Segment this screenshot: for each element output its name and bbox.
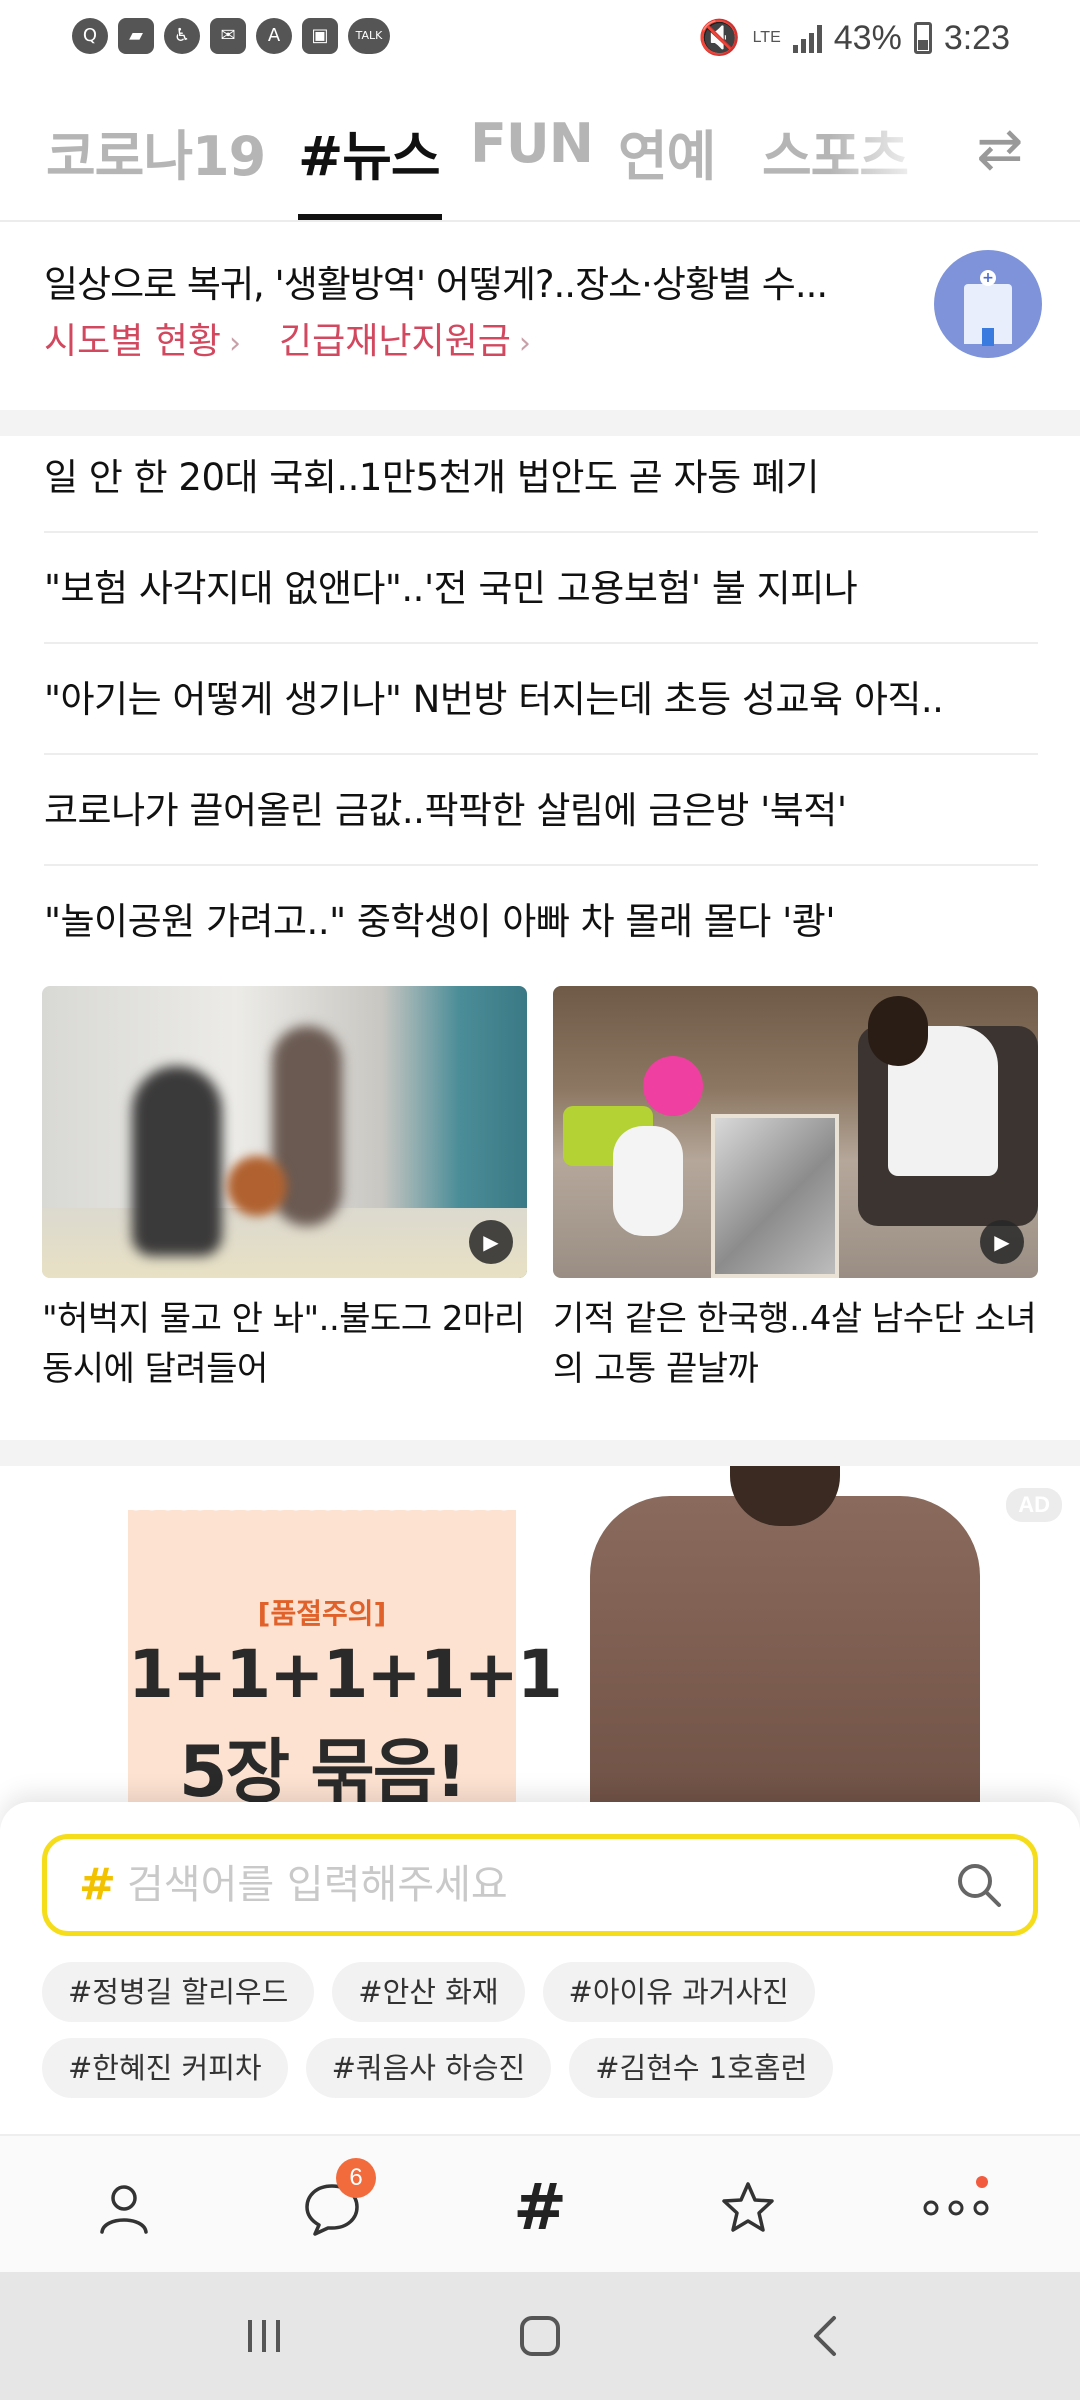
- thumbnail-balloon: [643, 1056, 703, 1116]
- medical-cross-icon: +: [980, 270, 996, 286]
- system-status: 🔇 LTE 43% 3:23: [698, 18, 1010, 58]
- gallery-icon: ▣: [302, 18, 338, 54]
- card-caption[interactable]: 기적 같은 한국행..4살 남수단 소녀의 고통 끝날까: [553, 1294, 1038, 1394]
- photo-card[interactable]: ▶ "허벅지 물고 안 놔"..불도그 2마리 동시에 달려들어: [42, 986, 527, 1394]
- chat-badge: 6: [336, 2158, 376, 2198]
- regional-status-link[interactable]: 시도별 현황 ›: [44, 312, 241, 364]
- banner-links: 시도별 현황 › 긴급재난지원금 ›: [44, 312, 531, 364]
- trending-tag-chip[interactable]: #한혜진 커피차: [42, 2038, 288, 2098]
- search-box[interactable]: #: [42, 1834, 1038, 1936]
- trending-tags: #정병길 할리우드 #안산 화재 #아이유 과거사진 #한혜진 커피차 #쿼음사…: [42, 1962, 1042, 2114]
- tab-news[interactable]: #뉴스: [298, 112, 441, 191]
- active-tab-indicator: [298, 214, 442, 220]
- search-panel: # #정병길 할리우드 #안산 화재 #아이유 과거사진 #한혜진 커피차 #쿼…: [0, 1802, 1080, 2134]
- ad-promo-panel: [품절주의] 1+1+1+1+1 5장 묶음!: [128, 1502, 563, 1806]
- favorites-button[interactable]: [708, 2168, 788, 2248]
- trending-tag-chip[interactable]: #안산 화재: [332, 1962, 525, 2022]
- hashtag-icon: #: [513, 2171, 567, 2245]
- tabs-fade: [830, 92, 960, 212]
- thumbnail-child: [613, 1126, 683, 1236]
- ad-product-image: [590, 1496, 980, 1806]
- search-input[interactable]: [127, 1855, 907, 1915]
- ad-badge: AD: [1006, 1488, 1062, 1522]
- notification-icons: Q ▰ ♿ ✉ A ▣ TALK: [72, 18, 390, 54]
- status-bar: Q ▰ ♿ ✉ A ▣ TALK 🔇 LTE 43% 3:23: [0, 0, 1080, 76]
- photo-card[interactable]: ▶ 기적 같은 한국행..4살 남수단 소녀의 고통 끝날까: [553, 986, 1038, 1394]
- ad-zigzag-edge: [128, 1502, 516, 1518]
- headline-list: 일 안 한 20대 국회..1만5천개 법안도 곧 자동 폐기 "보험 사각지대…: [44, 422, 1038, 977]
- trending-tag-chip[interactable]: #쿼음사 하승진: [305, 2038, 552, 2098]
- thumbnail-figure: [132, 1066, 222, 1256]
- tab-fun[interactable]: FUN: [470, 112, 594, 175]
- recent-apps-icon[interactable]: [234, 2306, 294, 2366]
- news-thumbnail[interactable]: ▶: [42, 986, 527, 1278]
- mail-icon: ✉: [210, 18, 246, 54]
- thumbnail-dog: [227, 1156, 287, 1216]
- headline-item[interactable]: "보험 사각지대 없앤다"..'전 국민 고용보험' 불 지피나: [44, 533, 1038, 644]
- a-app-icon: A: [256, 18, 292, 54]
- photo-card-row: ▶ "허벅지 물고 안 놔"..불도그 2마리 동시에 달려들어 ▶ 기적 같은…: [42, 986, 1038, 1394]
- section-divider: [0, 1440, 1080, 1466]
- hashtag-prefix: #: [79, 1859, 116, 1910]
- system-navigation-bar: [0, 2272, 1080, 2400]
- thumbnail-head: [868, 996, 928, 1066]
- chat-button[interactable]: 6: [292, 2158, 376, 2248]
- tab-edit-swap-icon[interactable]: ⇄: [964, 114, 1036, 186]
- card-caption[interactable]: "허벅지 물고 안 놔"..불도그 2마리 동시에 달려들어: [42, 1294, 527, 1394]
- hashtag-button[interactable]: #: [500, 2168, 580, 2248]
- news-thumbnail[interactable]: ▶: [553, 986, 1038, 1278]
- new-indicator-dot: [976, 2176, 988, 2188]
- profile-icon: [100, 2185, 148, 2234]
- thumbnail-xray: [711, 1114, 839, 1278]
- profile-button[interactable]: [84, 2168, 164, 2248]
- chevron-right-icon: ›: [229, 326, 242, 361]
- q-app-icon: Q: [72, 18, 108, 54]
- relief-fund-label: 긴급재난지원금: [279, 321, 511, 362]
- banner-title[interactable]: 일상으로 복귀, '생활방역' 어떻게?..장소·상황별 수...: [44, 254, 828, 308]
- back-icon[interactable]: [796, 2306, 856, 2366]
- more-button[interactable]: [916, 2168, 996, 2248]
- trending-tag-chip[interactable]: #김현수 1호홈런: [569, 2038, 834, 2098]
- tab-entertainment[interactable]: 연예: [618, 112, 716, 191]
- ad-warning-text: [품절주의]: [257, 1597, 387, 1630]
- covid-banner[interactable]: 일상으로 복귀, '생활방역' 어떻게?..장소·상황별 수... 시도별 현황…: [0, 224, 1080, 410]
- headline-item[interactable]: 일 안 한 20대 국회..1만5천개 법안도 곧 자동 폐기: [44, 422, 1038, 533]
- tab-corona[interactable]: 코로나19: [46, 112, 266, 191]
- video-play-icon: ▶: [980, 1220, 1024, 1264]
- ad-subheadline: 5장 묶음!: [178, 1731, 467, 1806]
- battery-icon: [913, 22, 932, 54]
- home-icon[interactable]: [510, 2306, 570, 2366]
- trending-tag-chip[interactable]: #아이유 과거사진: [542, 1962, 815, 2022]
- headline-item[interactable]: "놀이공원 가려고.." 중학생이 아빠 차 몰래 몰다 '쾅': [44, 866, 1038, 977]
- headline-item[interactable]: 코로나가 끌어올린 금값..팍팍한 살림에 금은방 '북적': [44, 755, 1038, 866]
- headline-item[interactable]: "아기는 어떻게 생기나" N번방 터지는데 초등 성교육 아직..: [44, 644, 1038, 755]
- search-icon[interactable]: [953, 1859, 1005, 1911]
- hospital-icon[interactable]: +: [934, 250, 1042, 358]
- network-type: LTE: [752, 29, 781, 46]
- ad-banner[interactable]: [품절주의] 1+1+1+1+1 5장 묶음! AD: [0, 1466, 1080, 1806]
- chevron-right-icon: ›: [518, 326, 531, 361]
- ad-headline: 1+1+1+1+1: [128, 1636, 563, 1713]
- mute-icon: 🔇: [698, 19, 741, 57]
- star-icon: [722, 2182, 774, 2232]
- hospital-door: [982, 328, 994, 346]
- more-icon: [923, 2200, 989, 2216]
- signal-icon: [792, 23, 822, 53]
- bottom-nav: 6 #: [0, 2134, 1080, 2272]
- video-play-icon: ▶: [469, 1220, 513, 1264]
- clock: 3:23: [943, 18, 1010, 57]
- tag-row: #한혜진 커피차 #쿼음사 하승진 #김현수 1호홈런: [42, 2038, 1042, 2098]
- battery-percent: 43%: [833, 18, 902, 57]
- kakaotalk-icon: TALK: [348, 18, 390, 54]
- shopping-bag-icon: ▰: [118, 18, 154, 54]
- regional-status-label: 시도별 현황: [44, 321, 222, 362]
- relief-fund-link[interactable]: 긴급재난지원금 ›: [279, 312, 531, 364]
- category-tabs: 코로나19 #뉴스 FUN 연예 스포츠 ⇄: [0, 92, 1080, 222]
- accessibility-icon: ♿: [164, 18, 200, 54]
- trending-tag-chip[interactable]: #정병길 할리우드: [42, 1962, 315, 2022]
- tag-row: #정병길 할리우드 #안산 화재 #아이유 과거사진: [42, 1962, 1042, 2022]
